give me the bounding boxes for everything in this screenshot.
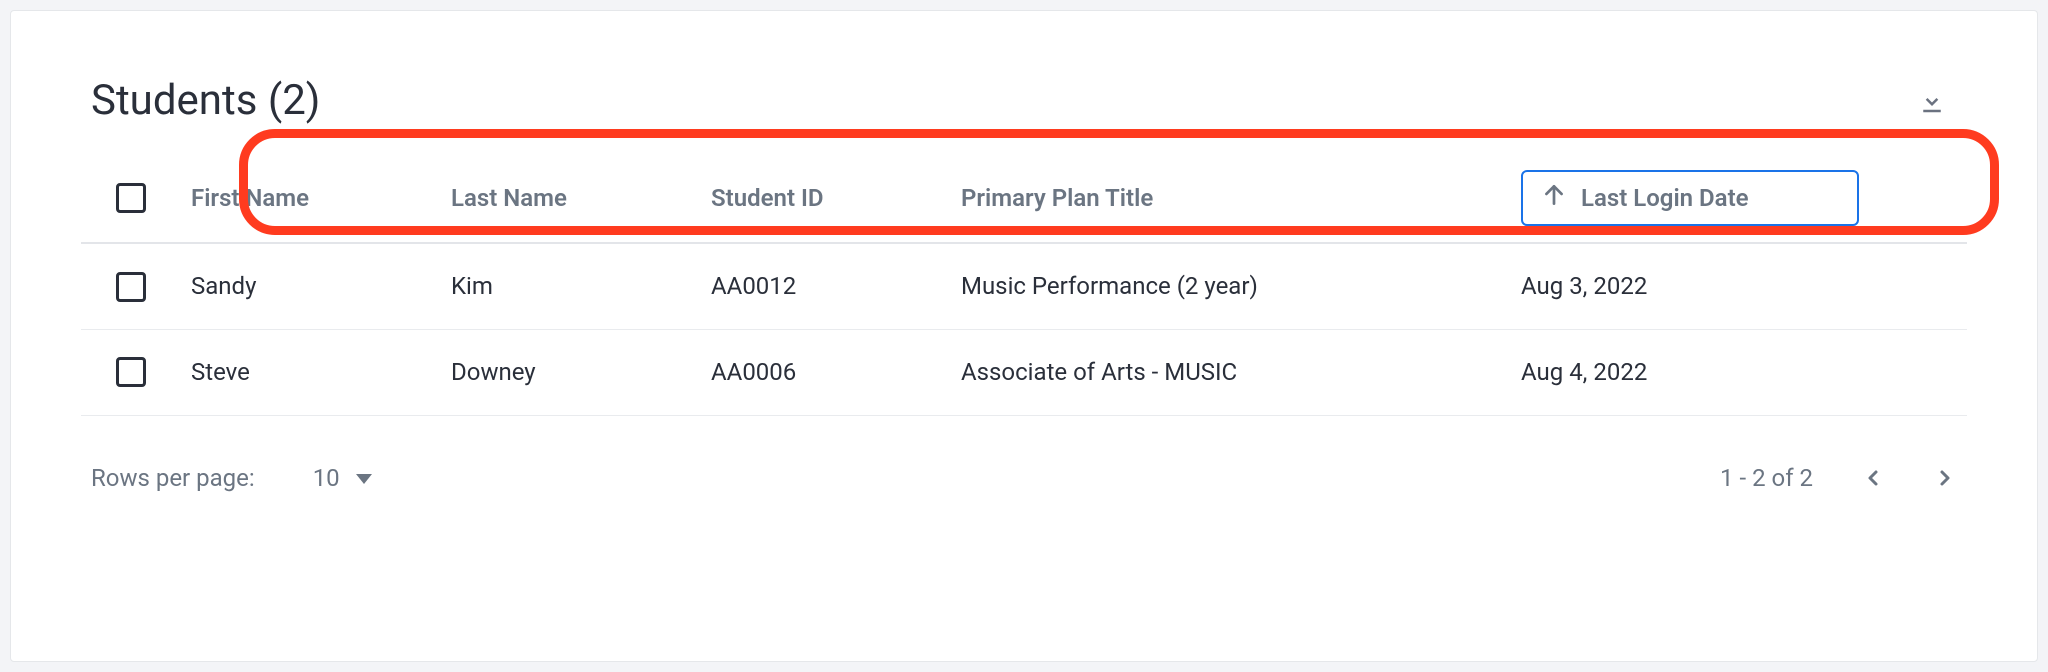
row-select-checkbox[interactable] — [116, 357, 146, 387]
table-row[interactable]: Sandy Kim AA0012 Music Performance (2 ye… — [81, 243, 1967, 329]
cell-primary-plan-title: Associate of Arts - MUSIC — [951, 329, 1511, 415]
rows-per-page-select[interactable]: 10 — [283, 464, 372, 492]
header-last-login-date[interactable]: Last Login Date — [1511, 153, 1967, 243]
sort-indicator-last-login[interactable]: Last Login Date — [1521, 170, 1859, 226]
cell-primary-plan-title: Music Performance (2 year) — [951, 243, 1511, 329]
row-select-checkbox[interactable] — [116, 272, 146, 302]
pager: 1 - 2 of 2 — [1720, 464, 1957, 492]
header-checkbox-cell — [81, 153, 181, 243]
row-checkbox-cell — [81, 329, 181, 415]
header-last-login-label: Last Login Date — [1581, 184, 1749, 212]
cell-student-id: AA0012 — [701, 243, 951, 329]
select-all-checkbox[interactable] — [116, 183, 146, 213]
students-table: First Name Last Name Student ID Primary … — [81, 153, 1967, 416]
cell-first-name: Sandy — [181, 243, 441, 329]
prev-page-button[interactable] — [1861, 466, 1885, 490]
cell-first-name: Steve — [181, 329, 441, 415]
students-card: Students (2) First Name Last Name Studen… — [10, 10, 2038, 662]
header-student-id[interactable]: Student ID — [701, 153, 951, 243]
arrow-up-icon — [1541, 182, 1567, 214]
table-container: First Name Last Name Student ID Primary … — [81, 153, 1967, 416]
page-title: Students (2) — [91, 76, 320, 125]
rows-per-page-value: 10 — [313, 464, 340, 492]
chevron-right-icon — [1933, 466, 1957, 490]
rows-per-page-label: Rows per page: — [91, 464, 255, 492]
header-row: First Name Last Name Student ID Primary … — [81, 153, 1967, 243]
chevron-down-icon — [356, 474, 372, 484]
download-icon[interactable] — [1917, 86, 1947, 116]
header-primary-plan-title[interactable]: Primary Plan Title — [951, 153, 1511, 243]
cell-student-id: AA0006 — [701, 329, 951, 415]
next-page-button[interactable] — [1933, 466, 1957, 490]
table-row[interactable]: Steve Downey AA0006 Associate of Arts - … — [81, 329, 1967, 415]
cell-last-name: Kim — [441, 243, 701, 329]
row-checkbox-cell — [81, 243, 181, 329]
cell-last-login-date: Aug 3, 2022 — [1511, 243, 1967, 329]
cell-last-name: Downey — [441, 329, 701, 415]
cell-last-login-date: Aug 4, 2022 — [1511, 329, 1967, 415]
header-last-name[interactable]: Last Name — [441, 153, 701, 243]
header-first-name[interactable]: First Name — [181, 153, 441, 243]
table-footer: Rows per page: 10 1 - 2 of 2 — [81, 464, 1967, 492]
chevron-left-icon — [1861, 466, 1885, 490]
rows-per-page: Rows per page: 10 — [91, 464, 372, 492]
pagination-range: 1 - 2 of 2 — [1720, 464, 1813, 492]
card-header: Students (2) — [81, 76, 1967, 125]
